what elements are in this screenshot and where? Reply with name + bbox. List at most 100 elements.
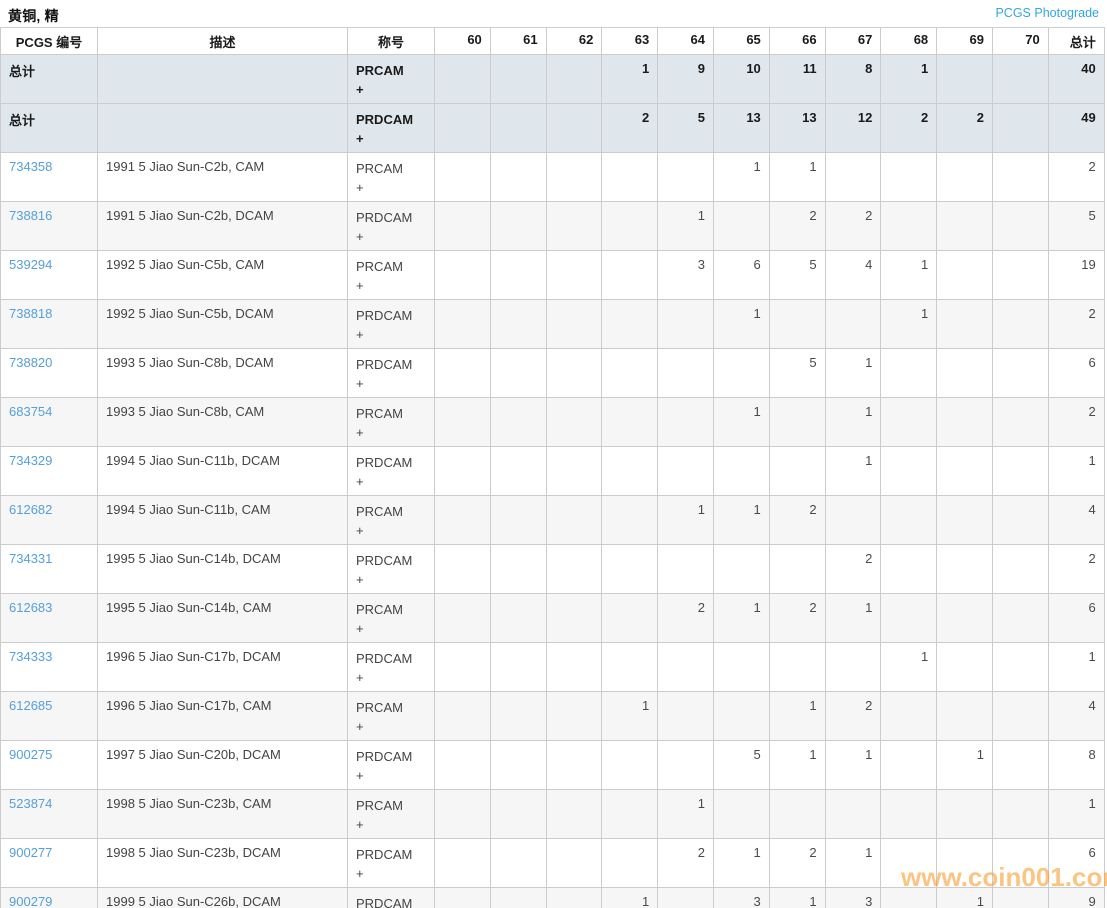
pcgs-number-link[interactable]: 738818 xyxy=(9,306,52,321)
table-row: 7343311995 5 Jiao Sun-C14b, DCAMPRDCAM +… xyxy=(1,545,1105,594)
table-row: 7343291994 5 Jiao Sun-C11b, DCAMPRDCAM +… xyxy=(1,447,1105,496)
grade-cell-68 xyxy=(881,741,937,790)
total-cell: 1 xyxy=(1048,447,1104,496)
grade-cell-66: 11 xyxy=(769,55,825,104)
column-header-62: 62 xyxy=(546,28,602,55)
grade-cell-62 xyxy=(546,153,602,202)
description-cell: 1994 5 Jiao Sun-C11b, DCAM xyxy=(98,447,348,496)
pcgs-number-link[interactable]: 734331 xyxy=(9,551,52,566)
grade-cell-66 xyxy=(769,447,825,496)
grade-cell-64: 3 xyxy=(658,251,714,300)
pcgs-photograde-link[interactable]: PCGS Photograde xyxy=(995,6,1099,20)
grade-cell-65 xyxy=(713,643,769,692)
total-cell: 6 xyxy=(1048,839,1104,888)
grade-cell-62 xyxy=(546,545,602,594)
grade-cell-60 xyxy=(435,104,491,153)
pcgs-number-link[interactable]: 612683 xyxy=(9,600,52,615)
grade-cell-66 xyxy=(769,545,825,594)
pcgs-number-link[interactable]: 738820 xyxy=(9,355,52,370)
grade-cell-66: 1 xyxy=(769,692,825,741)
grade-cell-70 xyxy=(992,545,1048,594)
designation-cell: PRCAM + xyxy=(348,153,435,202)
designation-cell: PRCAM + xyxy=(348,790,435,839)
description-cell: 1997 5 Jiao Sun-C20b, DCAM xyxy=(98,741,348,790)
pcgs-number-link[interactable]: 612685 xyxy=(9,698,52,713)
grade-cell-69 xyxy=(937,790,993,839)
table-header-row: PCGS 编号描述称号6061626364656667686970总计 xyxy=(1,28,1105,55)
designation-cell: PRCAM + xyxy=(348,594,435,643)
grade-cell-67: 1 xyxy=(825,839,881,888)
designation-cell: PRDCAM + xyxy=(348,741,435,790)
pcgs-number-cell: 900279 xyxy=(1,888,98,908)
pcgs-number-link[interactable]: 612682 xyxy=(9,502,52,517)
pcgs-number-link[interactable]: 523874 xyxy=(9,796,52,811)
grade-cell-68 xyxy=(881,692,937,741)
grade-cell-64: 9 xyxy=(658,55,714,104)
designation-cell: PRDCAM + xyxy=(348,202,435,251)
grade-cell-61 xyxy=(490,55,546,104)
population-table: PCGS 编号描述称号6061626364656667686970总计 总计PR… xyxy=(0,27,1105,908)
grade-cell-65 xyxy=(713,790,769,839)
grade-cell-69 xyxy=(937,349,993,398)
grade-cell-70 xyxy=(992,104,1048,153)
grade-cell-66: 2 xyxy=(769,202,825,251)
grade-cell-63 xyxy=(602,839,658,888)
grade-cell-63 xyxy=(602,545,658,594)
grade-cell-61 xyxy=(490,839,546,888)
pcgs-number-link[interactable]: 900275 xyxy=(9,747,52,762)
grade-cell-61 xyxy=(490,496,546,545)
grade-cell-61 xyxy=(490,643,546,692)
pcgs-number-link[interactable]: 539294 xyxy=(9,257,52,272)
grade-cell-60 xyxy=(435,349,491,398)
grade-cell-68 xyxy=(881,349,937,398)
column-header-pcgs-number: PCGS 编号 xyxy=(1,28,98,55)
grade-cell-64: 2 xyxy=(658,839,714,888)
grade-cell-69 xyxy=(937,545,993,594)
total-cell: 49 xyxy=(1048,104,1104,153)
grade-cell-64 xyxy=(658,545,714,594)
pcgs-number-link[interactable]: 683754 xyxy=(9,404,52,419)
total-cell: 4 xyxy=(1048,692,1104,741)
pcgs-number-link[interactable]: 734358 xyxy=(9,159,52,174)
grade-cell-68 xyxy=(881,398,937,447)
column-header-63: 63 xyxy=(602,28,658,55)
pcgs-number-link[interactable]: 900279 xyxy=(9,894,52,908)
grade-cell-63: 1 xyxy=(602,692,658,741)
grade-cell-67: 2 xyxy=(825,692,881,741)
grade-cell-62 xyxy=(546,251,602,300)
grade-cell-61 xyxy=(490,594,546,643)
column-header-69: 69 xyxy=(937,28,993,55)
total-cell: 1 xyxy=(1048,643,1104,692)
grade-cell-66: 13 xyxy=(769,104,825,153)
pcgs-number-link[interactable]: 734333 xyxy=(9,649,52,664)
grade-cell-64: 1 xyxy=(658,496,714,545)
table-row: 6126831995 5 Jiao Sun-C14b, CAMPRCAM +21… xyxy=(1,594,1105,643)
grade-cell-70 xyxy=(992,398,1048,447)
grade-cell-63 xyxy=(602,398,658,447)
grade-cell-61 xyxy=(490,888,546,908)
total-cell: 40 xyxy=(1048,55,1104,104)
table-row: 7343581991 5 Jiao Sun-C2b, CAMPRCAM +112 xyxy=(1,153,1105,202)
pcgs-number-link[interactable]: 734329 xyxy=(9,453,52,468)
grade-cell-70 xyxy=(992,692,1048,741)
pcgs-number-cell: 612685 xyxy=(1,692,98,741)
pcgs-number-link[interactable]: 900277 xyxy=(9,845,52,860)
pcgs-number-link[interactable]: 738816 xyxy=(9,208,52,223)
table-row: 5392941992 5 Jiao Sun-C5b, CAMPRCAM +365… xyxy=(1,251,1105,300)
grade-cell-66: 5 xyxy=(769,251,825,300)
grade-cell-65 xyxy=(713,349,769,398)
grade-cell-69 xyxy=(937,839,993,888)
grade-cell-68 xyxy=(881,790,937,839)
grade-cell-62 xyxy=(546,643,602,692)
grade-cell-65: 10 xyxy=(713,55,769,104)
grade-cell-62 xyxy=(546,888,602,908)
grade-cell-63 xyxy=(602,251,658,300)
grade-cell-63: 1 xyxy=(602,888,658,908)
grade-cell-61 xyxy=(490,447,546,496)
pcgs-number-cell: 738816 xyxy=(1,202,98,251)
grade-cell-70 xyxy=(992,202,1048,251)
column-header-70: 70 xyxy=(992,28,1048,55)
grade-cell-68: 1 xyxy=(881,251,937,300)
designation-cell: PRDCAM + xyxy=(348,839,435,888)
table-row: 6126821994 5 Jiao Sun-C11b, CAMPRCAM +11… xyxy=(1,496,1105,545)
